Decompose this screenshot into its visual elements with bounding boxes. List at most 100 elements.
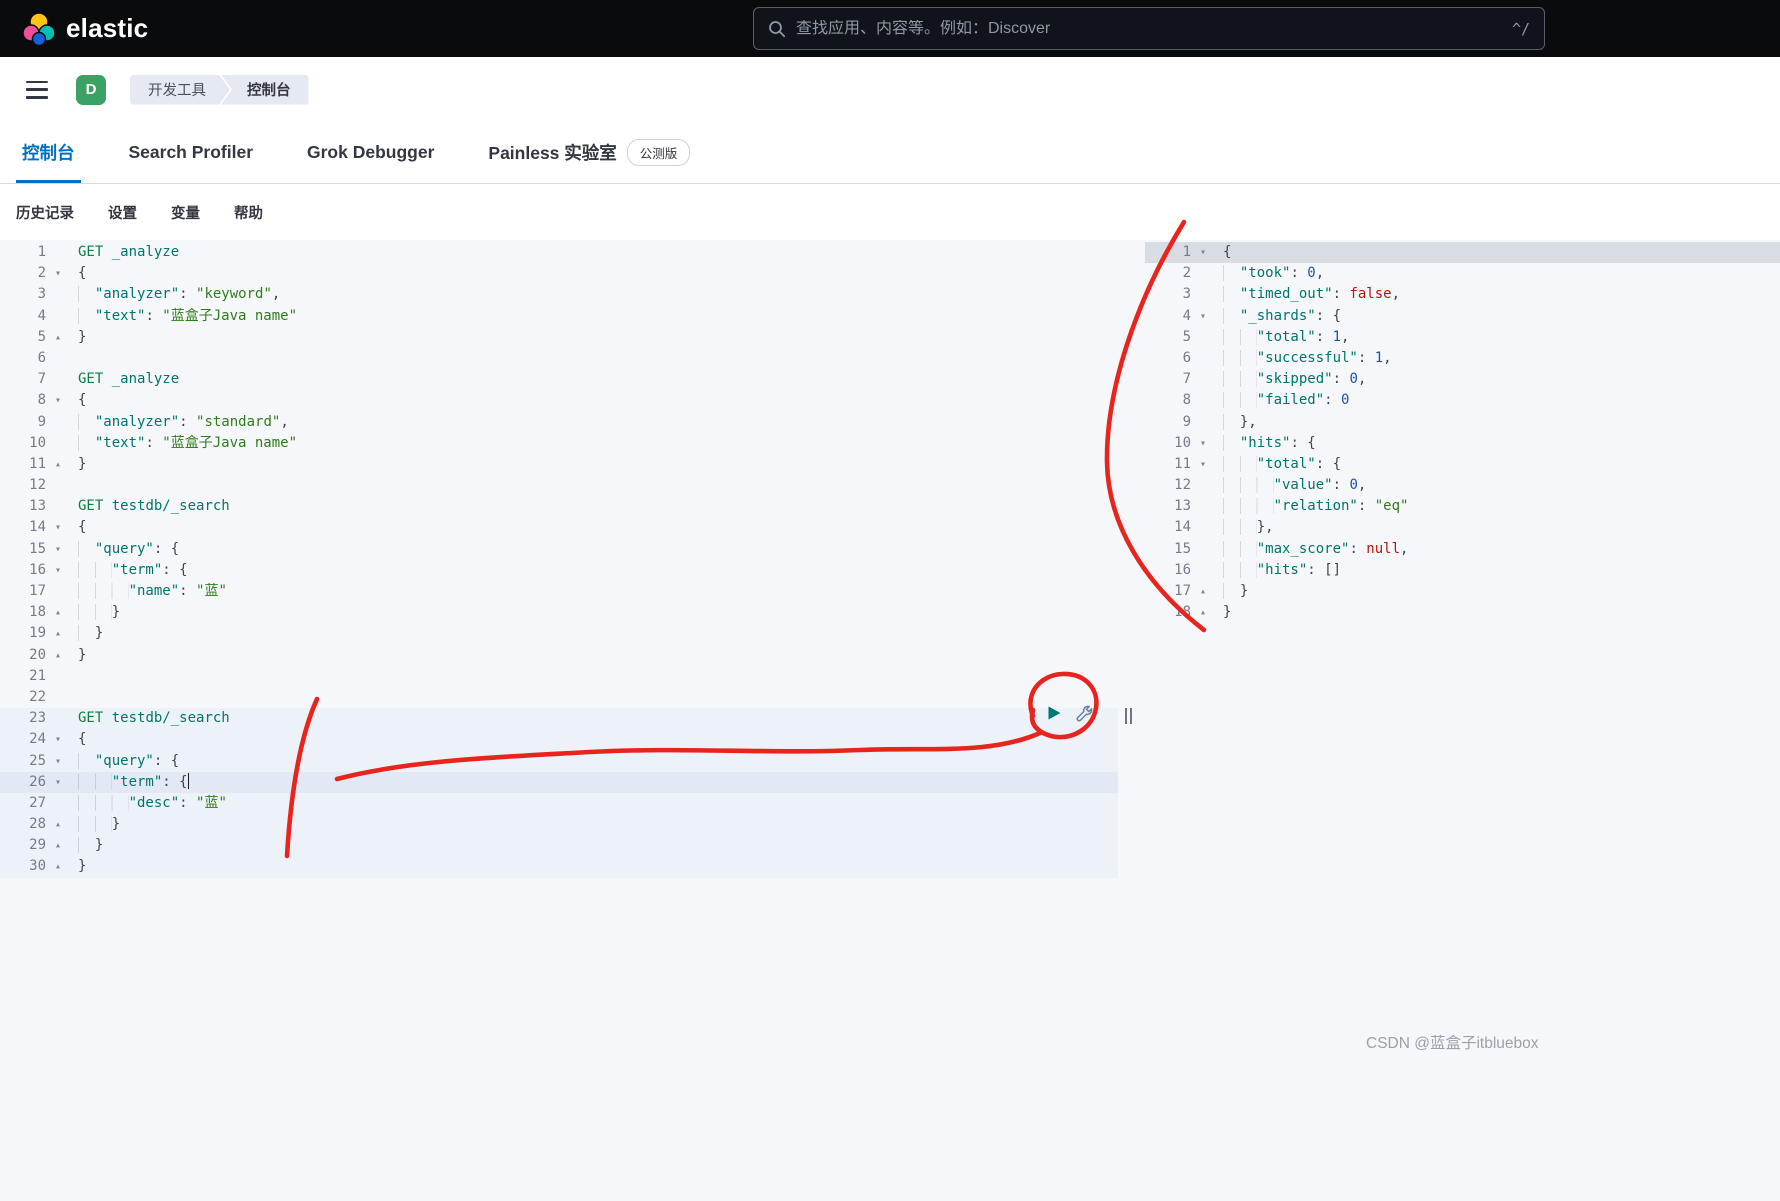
editor-code-line[interactable]: 12 — [0, 475, 1118, 496]
space-avatar[interactable]: D — [76, 75, 106, 105]
editor-code-line[interactable]: 11▴} — [0, 454, 1118, 475]
tab-painless-lab[interactable]: Painless 实验室 公测版 — [482, 122, 696, 183]
code-token — [1223, 286, 1240, 302]
editor-code-line[interactable]: 8▾{ — [0, 390, 1118, 411]
response-code-line[interactable]: 9 }, — [1145, 412, 1780, 433]
editor-code-line[interactable]: 6 — [0, 348, 1118, 369]
history-button[interactable]: 历史记录 — [16, 202, 74, 223]
response-code-line[interactable]: 2 "took": 0, — [1145, 263, 1780, 284]
code-text: } — [66, 645, 86, 666]
fold-down-icon[interactable]: ▾ — [1195, 242, 1211, 263]
editor-code-line[interactable]: 4 "text": "蓝盒子Java name" — [0, 306, 1118, 327]
elastic-logo[interactable]: elastic — [0, 12, 148, 46]
breadcrumb-dev-tools[interactable]: 开发工具 — [130, 75, 230, 105]
editor-code-line[interactable]: 20▴} — [0, 645, 1118, 666]
response-code-line[interactable]: 8 "failed": 0 — [1145, 390, 1780, 411]
response-code-line[interactable]: 18▴} — [1145, 602, 1780, 623]
editor-code-line[interactable]: 26▾ "term": { — [0, 772, 1118, 793]
editor-code-line[interactable]: 22 — [0, 687, 1118, 708]
editor-code-line[interactable]: 25▾ "query": { — [0, 751, 1118, 772]
editor-code-line[interactable]: 10 "text": "蓝盒子Java name" — [0, 433, 1118, 454]
help-button[interactable]: 帮助 — [234, 202, 263, 223]
panel-splitter-handle[interactable] — [1122, 706, 1134, 726]
fold-up-icon[interactable]: ▴ — [50, 856, 66, 877]
menu-hamburger-icon[interactable] — [26, 81, 50, 99]
response-code-line[interactable]: 12 "value": 0, — [1145, 475, 1780, 496]
editor-code-line[interactable]: 2▾{ — [0, 263, 1118, 284]
tab-console[interactable]: 控制台 — [16, 122, 81, 183]
fold-down-icon[interactable]: ▾ — [50, 517, 66, 538]
response-code-line[interactable]: 17▴ } — [1145, 581, 1780, 602]
fold-down-icon[interactable]: ▾ — [1195, 433, 1211, 454]
settings-button[interactable]: 设置 — [108, 202, 137, 223]
editor-code-line[interactable]: 5▴} — [0, 327, 1118, 348]
dev-tools-tabs: 控制台 Search Profiler Grok Debugger Painle… — [0, 122, 1780, 184]
code-token — [1223, 371, 1257, 387]
tab-search-profiler[interactable]: Search Profiler — [123, 122, 260, 183]
fold-up-icon[interactable]: ▴ — [50, 327, 66, 348]
response-viewer[interactable]: 1▾{2 "took": 0,3 "timed_out": false,4▾ "… — [1145, 240, 1780, 1201]
editor-code-line[interactable]: 30▴} — [0, 856, 1118, 877]
response-code-line[interactable]: 10▾ "hits": { — [1145, 433, 1780, 454]
editor-code-line[interactable]: 27 "desc": "蓝" — [0, 793, 1118, 814]
response-code-line[interactable]: 16 "hits": [] — [1145, 560, 1780, 581]
editor-code-line[interactable]: 19▴ } — [0, 623, 1118, 644]
fold-down-icon[interactable]: ▾ — [1195, 454, 1211, 475]
editor-code-line[interactable]: 7GET _analyze — [0, 369, 1118, 390]
response-code-line[interactable]: 5 "total": 1, — [1145, 327, 1780, 348]
line-number: 8 — [1145, 390, 1195, 411]
response-code-line[interactable]: 14 }, — [1145, 517, 1780, 538]
editor-code-line[interactable]: 23GET testdb/_search — [0, 708, 1118, 729]
editor-code-line[interactable]: 15▾ "query": { — [0, 539, 1118, 560]
response-code-line[interactable]: 3 "timed_out": false, — [1145, 284, 1780, 305]
global-search-input[interactable] — [796, 20, 1502, 38]
fold-up-icon[interactable]: ▴ — [50, 835, 66, 856]
response-code-line[interactable]: 15 "max_score": null, — [1145, 539, 1780, 560]
fold-up-icon[interactable]: ▴ — [50, 645, 66, 666]
variables-button[interactable]: 变量 — [171, 202, 200, 223]
fold-down-icon[interactable]: ▾ — [1195, 306, 1211, 327]
fold-down-icon[interactable]: ▾ — [50, 560, 66, 581]
code-token — [78, 604, 112, 620]
request-editor[interactable]: 1GET _analyze2▾{3 "analyzer": "keyword",… — [0, 240, 1118, 1201]
editor-code-line[interactable]: 3 "analyzer": "keyword", — [0, 284, 1118, 305]
code-token: "蓝盒子Java name" — [162, 435, 297, 451]
fold-down-icon[interactable]: ▾ — [50, 751, 66, 772]
fold-up-icon[interactable]: ▴ — [50, 623, 66, 644]
fold-up-icon[interactable]: ▴ — [50, 814, 66, 835]
fold-up-icon[interactable]: ▴ — [50, 602, 66, 623]
editor-code-line[interactable]: 28▴ } — [0, 814, 1118, 835]
editor-code-line[interactable]: 9 "analyzer": "standard", — [0, 412, 1118, 433]
editor-code-line[interactable]: 24▾{ — [0, 729, 1118, 750]
response-code-line[interactable]: 4▾ "_shards": { — [1145, 306, 1780, 327]
response-code-line[interactable]: 13 "relation": "eq" — [1145, 496, 1780, 517]
response-code-line[interactable]: 11▾ "total": { — [1145, 454, 1780, 475]
editor-code-line[interactable]: 14▾{ — [0, 517, 1118, 538]
request-options-button[interactable] — [1074, 703, 1094, 723]
code-token — [1223, 392, 1257, 408]
fold-down-icon[interactable]: ▾ — [50, 539, 66, 560]
editor-code-line[interactable]: 18▴ } — [0, 602, 1118, 623]
editor-code-line[interactable]: 13GET testdb/_search — [0, 496, 1118, 517]
tab-grok-debugger[interactable]: Grok Debugger — [301, 122, 440, 183]
fold-down-icon[interactable]: ▾ — [50, 263, 66, 284]
editor-code-line[interactable]: 1GET _analyze — [0, 242, 1118, 263]
response-code-line[interactable]: 7 "skipped": 0, — [1145, 369, 1780, 390]
response-code-line[interactable]: 6 "successful": 1, — [1145, 348, 1780, 369]
fold-up-icon[interactable]: ▴ — [1195, 581, 1211, 602]
response-code-line[interactable]: 1▾{ — [1145, 242, 1780, 263]
editor-code-line[interactable]: 21 — [0, 666, 1118, 687]
fold-up-icon[interactable]: ▴ — [50, 454, 66, 475]
line-number: 21 — [0, 666, 50, 687]
global-search-bar[interactable]: ^/ — [753, 7, 1545, 50]
editor-code-line[interactable]: 17 "name": "蓝" — [0, 581, 1118, 602]
fold-down-icon[interactable]: ▾ — [50, 390, 66, 411]
breadcrumb-console[interactable]: 控制台 — [221, 75, 309, 105]
fold-down-icon[interactable]: ▾ — [50, 772, 66, 793]
code-token: , — [1358, 371, 1366, 387]
editor-code-line[interactable]: 16▾ "term": { — [0, 560, 1118, 581]
fold-up-icon[interactable]: ▴ — [1195, 602, 1211, 623]
send-request-button[interactable] — [1044, 703, 1064, 723]
fold-down-icon[interactable]: ▾ — [50, 729, 66, 750]
editor-code-line[interactable]: 29▴ } — [0, 835, 1118, 856]
